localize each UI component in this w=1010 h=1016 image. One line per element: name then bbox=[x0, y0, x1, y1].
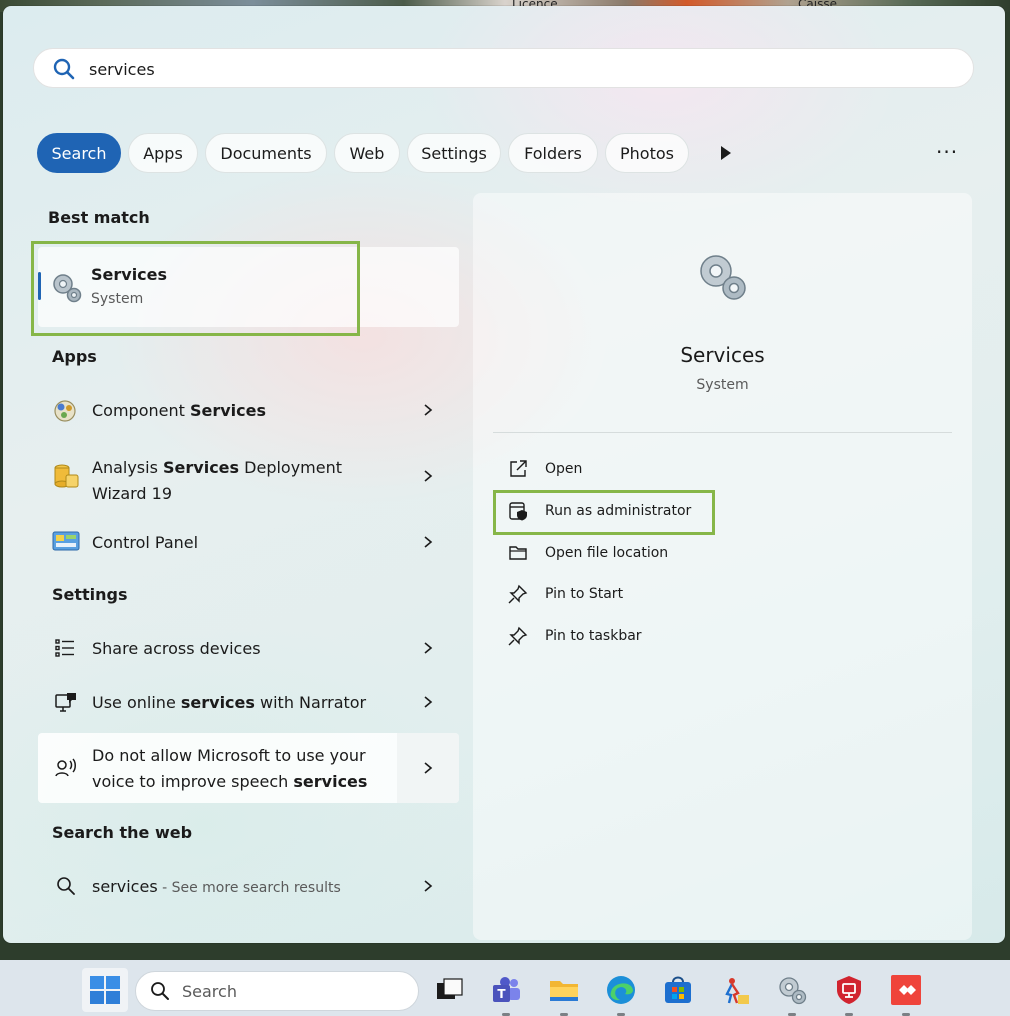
chevron-right-icon bbox=[424, 536, 433, 548]
section-heading-settings: Settings bbox=[52, 585, 128, 604]
store-icon[interactable] bbox=[662, 974, 694, 1006]
gears-icon bbox=[694, 250, 750, 308]
svg-text:T: T bbox=[497, 987, 506, 1001]
action-label: Pin to Start bbox=[545, 586, 624, 602]
list-item-label: Do not allow Microsoft to use your bbox=[92, 746, 366, 765]
list-item-analysis-services[interactable]: Analysis Services Deployment Wizard 19 bbox=[38, 450, 459, 503]
edge-icon[interactable] bbox=[605, 974, 637, 1016]
component-services-icon bbox=[52, 398, 78, 428]
search-icon bbox=[56, 876, 76, 900]
divider bbox=[493, 432, 952, 433]
list-item-label-match: Services bbox=[189, 401, 267, 420]
list-item-label: Use online bbox=[92, 693, 181, 712]
list-item-component-services[interactable]: Component Services bbox=[38, 392, 459, 428]
list-item-label-match: services bbox=[293, 772, 368, 791]
list-item-label: Analysis bbox=[92, 458, 164, 477]
list-item-label: Component bbox=[92, 401, 190, 420]
detail-title: Services bbox=[680, 343, 765, 367]
selection-indicator bbox=[38, 272, 41, 300]
detail-pane: Services System Open Run as administrato… bbox=[473, 193, 972, 940]
services-icon[interactable] bbox=[776, 974, 808, 1016]
section-heading-apps: Apps bbox=[52, 347, 97, 366]
section-heading-best-match: Best match bbox=[48, 208, 150, 227]
web-search-suffix: - See more search results bbox=[157, 880, 341, 896]
taskbar: Search T bbox=[0, 960, 1010, 1016]
action-label: Open bbox=[545, 461, 583, 477]
gears-icon bbox=[50, 271, 84, 309]
best-match-title: Services bbox=[91, 265, 168, 284]
detail-subtitle: System bbox=[696, 377, 749, 393]
task-view-icon[interactable] bbox=[433, 974, 465, 1006]
share-list-icon bbox=[54, 638, 76, 662]
chevron-right-icon bbox=[424, 762, 433, 774]
chevron-right-icon bbox=[424, 696, 433, 708]
search-input[interactable] bbox=[89, 57, 949, 81]
list-item-narrator-services[interactable]: Use online services with Narrator bbox=[38, 684, 459, 720]
best-match-item[interactable]: Services System bbox=[38, 247, 459, 327]
search-icon bbox=[52, 57, 76, 85]
chevron-right-icon bbox=[424, 642, 433, 654]
admin-shield-icon bbox=[508, 501, 528, 525]
list-item-label-match: Services bbox=[163, 458, 240, 477]
web-search-query: services bbox=[92, 877, 158, 896]
list-item-label: Control Panel bbox=[92, 533, 199, 552]
pin-icon bbox=[508, 584, 528, 608]
filter-chip-folders[interactable]: Folders bbox=[508, 133, 598, 173]
action-label: Run as administrator bbox=[545, 503, 692, 519]
list-item-control-panel[interactable]: Control Panel bbox=[38, 524, 459, 560]
list-item-speech-services[interactable]: Do not allow Microsoft to use your voice… bbox=[38, 733, 459, 803]
section-heading-search-web: Search the web bbox=[52, 823, 193, 842]
narrator-icon bbox=[54, 691, 78, 717]
security-icon[interactable] bbox=[833, 974, 865, 1016]
action-label: Open file location bbox=[545, 545, 669, 561]
ellipsis-icon[interactable]: ··· bbox=[936, 140, 958, 164]
filter-chip-search[interactable]: Search bbox=[37, 133, 121, 173]
open-external-icon bbox=[508, 459, 528, 483]
list-item-label: Share across devices bbox=[92, 639, 261, 658]
list-item-share-across-devices[interactable]: Share across devices bbox=[38, 630, 459, 666]
list-item-label: Deployment bbox=[239, 458, 343, 477]
list-item-web-search[interactable]: services - See more search results bbox=[38, 868, 459, 904]
chevron-right-icon bbox=[424, 470, 433, 482]
best-match-subtitle: System bbox=[91, 291, 144, 307]
filter-chip-documents[interactable]: Documents bbox=[205, 133, 327, 173]
folder-icon bbox=[508, 543, 528, 567]
taskbar-search[interactable]: Search bbox=[135, 971, 419, 1011]
play-arrow-icon[interactable] bbox=[716, 143, 736, 163]
filter-chip-photos[interactable]: Photos bbox=[605, 133, 689, 173]
list-item-label: Wizard 19 bbox=[92, 484, 173, 503]
pin-icon bbox=[508, 626, 528, 650]
chevron-right-icon bbox=[424, 404, 433, 416]
start-icon bbox=[90, 976, 120, 1004]
list-item-label: with Narrator bbox=[254, 693, 367, 712]
teams-icon[interactable]: T bbox=[490, 974, 522, 1016]
analysis-services-icon bbox=[52, 462, 80, 494]
taskbar-search-label: Search bbox=[182, 982, 237, 1001]
list-item-label: voice to improve speech bbox=[92, 772, 294, 791]
action-label: Pin to taskbar bbox=[545, 628, 642, 644]
list-item-label-match: services bbox=[180, 693, 255, 712]
filter-chip-settings[interactable]: Settings bbox=[407, 133, 501, 173]
search-icon bbox=[150, 981, 170, 1005]
control-panel-icon bbox=[52, 530, 80, 558]
filter-chip-web[interactable]: Web bbox=[334, 133, 400, 173]
filter-chip-apps[interactable]: Apps bbox=[128, 133, 198, 173]
anydesk-icon[interactable] bbox=[890, 974, 922, 1016]
chevron-right-icon bbox=[424, 880, 433, 892]
app-icon[interactable] bbox=[719, 974, 751, 1006]
start-button[interactable] bbox=[82, 968, 128, 1012]
search-box[interactable] bbox=[33, 48, 974, 88]
file-explorer-icon[interactable] bbox=[548, 974, 580, 1016]
speech-icon bbox=[54, 757, 78, 783]
